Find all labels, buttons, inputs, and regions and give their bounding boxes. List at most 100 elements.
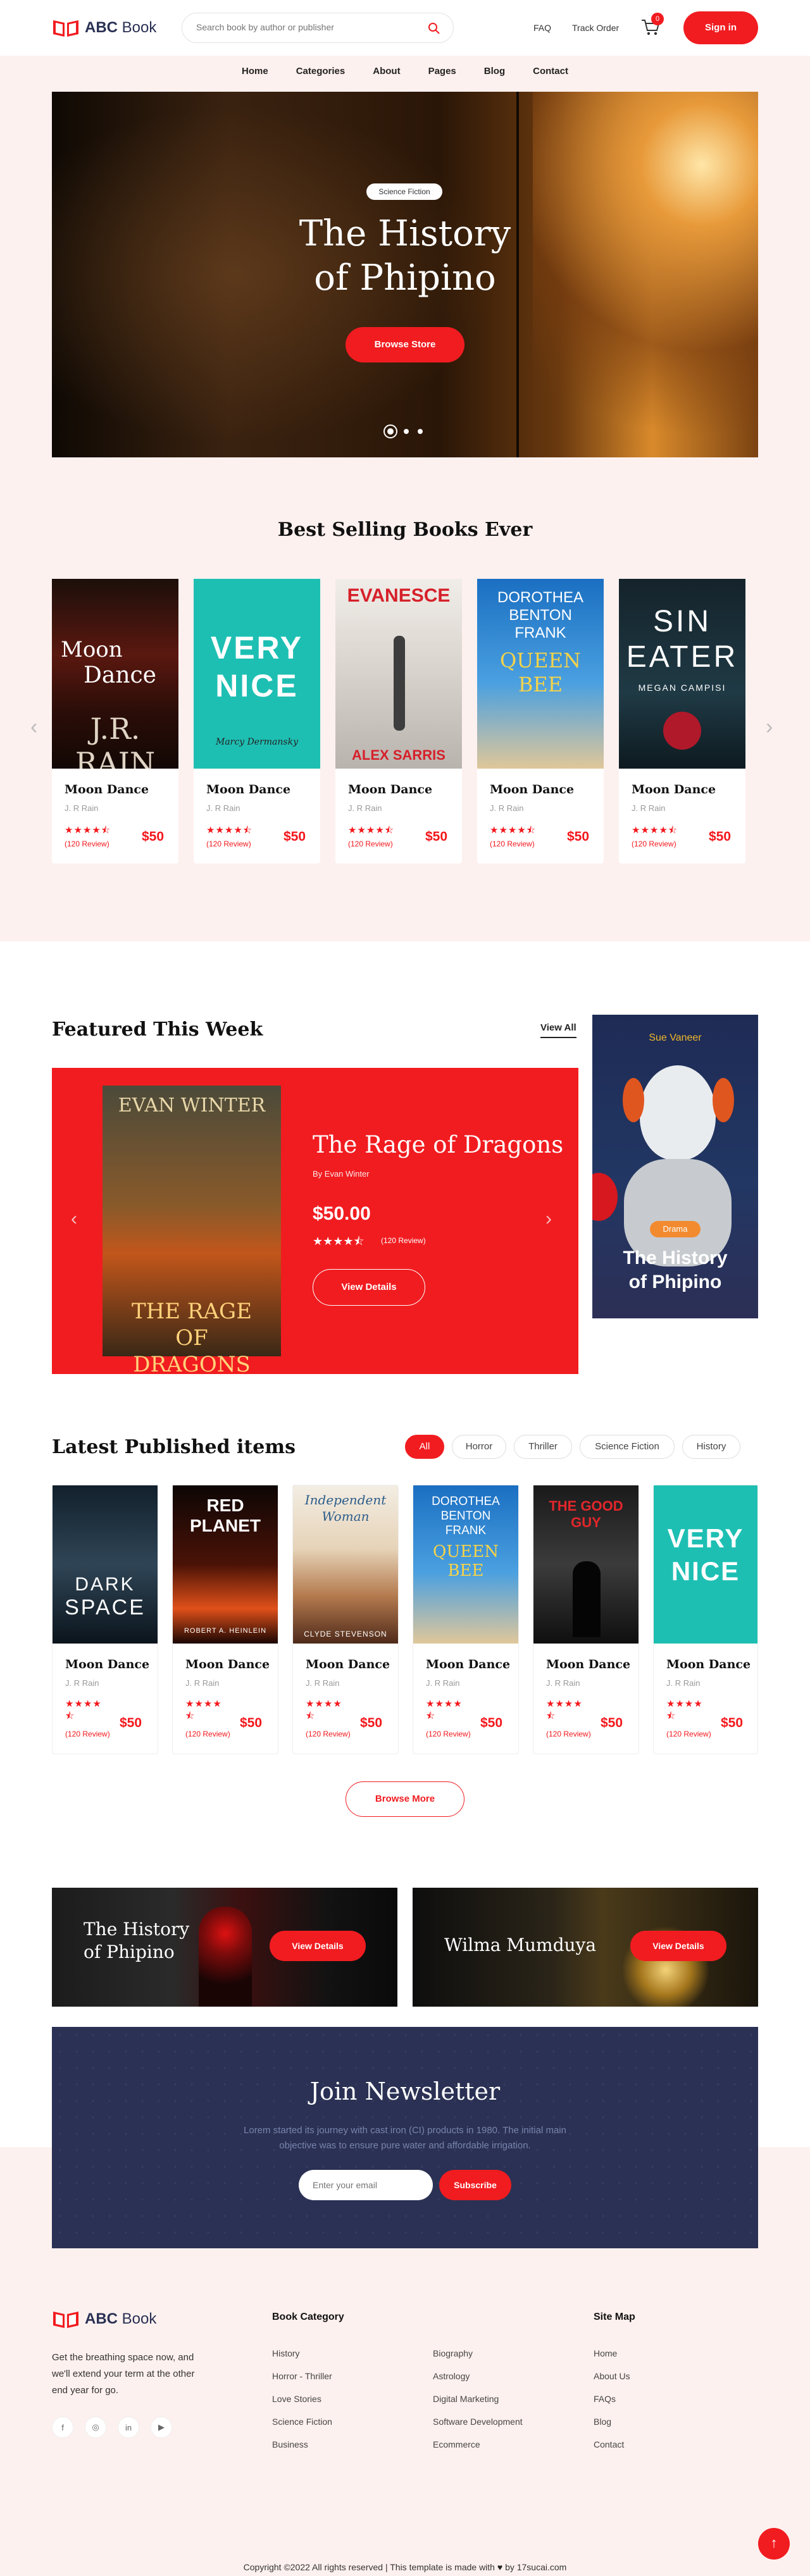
book-title[interactable]: Moon Dance bbox=[666, 1657, 751, 1671]
footer-link[interactable]: Software Development bbox=[433, 2417, 523, 2427]
best-card[interactable]: VERY NICE Marcy Dermansky Moon Dance J. … bbox=[194, 579, 320, 864]
footer-link[interactable]: Home bbox=[594, 2348, 630, 2358]
promo-right-view-details-button[interactable]: View Details bbox=[630, 1931, 726, 1961]
book-title[interactable]: Moon Dance bbox=[490, 783, 574, 796]
latest-card[interactable]: DARK SPACE Moon Dance J. R Rain ★★★★ ⯪ (1… bbox=[52, 1485, 158, 1754]
book-cover: DOROTHEA BENTON FRANK QUEEN BEE bbox=[413, 1485, 518, 1644]
featured-side-card[interactable]: Sue Vaneer Drama The History of Phipino bbox=[592, 1015, 758, 1318]
nav-contact[interactable]: Contact bbox=[533, 66, 568, 77]
side-title-line1: The History bbox=[623, 1248, 728, 1268]
hero-title-line2: of Phipino bbox=[314, 257, 496, 299]
best-card[interactable]: SIN EATER MEGAN CAMPISI Moon Dance J. R … bbox=[619, 579, 745, 864]
latest-card[interactable]: VERY NICE Moon Dance J. R Rain ★★★★ ⯪ (12… bbox=[653, 1485, 758, 1754]
balloon bbox=[592, 1173, 618, 1221]
cart-button[interactable]: 0 bbox=[640, 13, 664, 39]
copyright: Copyright ©2022 All rights reserved | Th… bbox=[0, 2562, 810, 2572]
sign-in-button[interactable]: Sign in bbox=[683, 11, 758, 44]
best-card[interactable]: EVANESCE ALEX SARRIS Moon Dance J. R Rai… bbox=[335, 579, 462, 864]
promo-banner-left[interactable]: The History of Phipino View Details bbox=[52, 1888, 397, 2007]
footer-link[interactable]: Contact bbox=[594, 2439, 630, 2449]
filter-thriller[interactable]: Thriller bbox=[514, 1435, 572, 1459]
featured-prev-icon[interactable]: ‹ bbox=[71, 1208, 77, 1230]
footer-link[interactable]: FAQs bbox=[594, 2394, 630, 2404]
next-arrow-icon[interactable]: › bbox=[766, 715, 773, 740]
instagram-icon[interactable]: ◎ bbox=[85, 2417, 106, 2438]
footer-link[interactable]: Biography bbox=[433, 2348, 523, 2358]
filter-horror[interactable]: Horror bbox=[452, 1435, 506, 1459]
featured-view-details-button[interactable]: View Details bbox=[313, 1269, 425, 1306]
latest-card[interactable]: DOROTHEA BENTON FRANK QUEEN BEE Moon Dan… bbox=[413, 1485, 519, 1754]
footer-link[interactable]: Science Fiction bbox=[272, 2417, 332, 2427]
book-title[interactable]: Moon Dance bbox=[65, 783, 149, 796]
filter-science-fiction[interactable]: Science Fiction bbox=[580, 1435, 675, 1459]
prev-arrow-icon[interactable]: ‹ bbox=[30, 715, 37, 740]
nav-blog[interactable]: Blog bbox=[484, 66, 505, 77]
newsletter-email-input[interactable] bbox=[299, 2170, 433, 2200]
cover-text: THE GOOD GUY bbox=[549, 1498, 623, 1530]
subscribe-button[interactable]: Subscribe bbox=[439, 2170, 511, 2200]
faq-link[interactable]: FAQ bbox=[533, 23, 551, 33]
review-count: (120 Review) bbox=[632, 839, 676, 848]
footer-link[interactable]: History bbox=[272, 2348, 332, 2358]
book-title[interactable]: Moon Dance bbox=[306, 1657, 390, 1671]
book-title[interactable]: Moon Dance bbox=[632, 783, 716, 796]
footer-tagline-line3: end year for go. bbox=[52, 2385, 119, 2396]
facebook-icon[interactable]: f bbox=[52, 2417, 73, 2438]
footer-logo[interactable]: ABC Book bbox=[52, 2309, 156, 2329]
slider-dot[interactable] bbox=[404, 429, 409, 434]
cover-text: EVANESCE bbox=[347, 585, 451, 606]
nav-categories[interactable]: Categories bbox=[296, 66, 346, 77]
rating-stars: ★★★★⯪ bbox=[185, 1699, 222, 1721]
best-card[interactable]: DOROTHEA BENTON FRANK QUEEN BEE Moon Dan… bbox=[477, 579, 604, 864]
book-author: J. R Rain bbox=[426, 1678, 460, 1688]
footer-link[interactable]: Love Stories bbox=[272, 2394, 332, 2404]
book-title[interactable]: Moon Dance bbox=[546, 1657, 630, 1671]
promo-banner-right[interactable]: Wilma Mumduya View Details bbox=[413, 1888, 758, 2007]
footer-link[interactable]: Blog bbox=[594, 2417, 630, 2427]
featured-next-icon[interactable]: › bbox=[545, 1208, 552, 1230]
youtube-icon[interactable]: ▶ bbox=[151, 2417, 172, 2438]
book-title[interactable]: Moon Dance bbox=[65, 1657, 149, 1671]
book-title[interactable]: Moon Dance bbox=[426, 1657, 510, 1671]
back-to-top-button[interactable]: ↑ bbox=[758, 2528, 790, 2560]
cover-text: RED PLANET bbox=[190, 1495, 261, 1535]
browse-store-button[interactable]: Browse Store bbox=[346, 327, 464, 362]
view-all-link[interactable]: View All bbox=[540, 1022, 576, 1038]
footer-link[interactable]: Ecommerce bbox=[433, 2439, 523, 2449]
book-title[interactable]: Moon Dance bbox=[348, 783, 432, 796]
footer-link[interactable]: Astrology bbox=[433, 2371, 523, 2381]
search-input[interactable] bbox=[196, 22, 411, 32]
header: ABC Book FAQ Track Order 0 Sign in bbox=[0, 0, 810, 56]
featured-title[interactable]: The Rage of Dragons bbox=[313, 1131, 563, 1158]
book-title[interactable]: Moon Dance bbox=[185, 1657, 270, 1671]
review-count: (120 Review) bbox=[666, 1730, 711, 1738]
cover-text: Independent Woman bbox=[304, 1492, 387, 1524]
best-card[interactable]: Moon Dance J.R. RAIN Moon Dance J. R Rai… bbox=[52, 579, 178, 864]
linkedin-icon[interactable]: in bbox=[118, 2417, 139, 2438]
logo[interactable]: ABC Book bbox=[52, 18, 156, 38]
footer-link[interactable]: Business bbox=[272, 2439, 332, 2449]
footer-link[interactable]: About Us bbox=[594, 2371, 630, 2381]
footer-link[interactable]: Horror - Thriller bbox=[272, 2371, 332, 2381]
browse-more-button[interactable]: Browse More bbox=[346, 1781, 464, 1817]
search-box[interactable] bbox=[182, 13, 454, 43]
track-order-link[interactable]: Track Order bbox=[572, 23, 619, 33]
slider-dot-active[interactable] bbox=[383, 424, 397, 438]
copyright-link[interactable]: by 17sucai.com bbox=[505, 2562, 566, 2572]
promo-left-view-details-button[interactable]: View Details bbox=[270, 1931, 366, 1961]
footer-link[interactable]: Digital Marketing bbox=[433, 2394, 523, 2404]
review-count: (120 Review) bbox=[490, 839, 535, 848]
slider-dot[interactable] bbox=[418, 429, 423, 434]
filter-history[interactable]: History bbox=[682, 1435, 740, 1459]
latest-card[interactable]: RED PLANET ROBERT A. HEINLEIN Moon Dance… bbox=[172, 1485, 278, 1754]
filter-all[interactable]: All bbox=[405, 1435, 444, 1459]
featured-slider: ‹ › EVAN WINTER THE RAGE OF DRAGONS The … bbox=[52, 1068, 578, 1377]
latest-card[interactable]: Independent Woman CLYDE STEVENSON Moon D… bbox=[292, 1485, 399, 1754]
book-title[interactable]: Moon Dance bbox=[206, 783, 290, 796]
nav-home[interactable]: Home bbox=[242, 66, 268, 77]
latest-card[interactable]: THE GOOD GUY Moon Dance J. R Rain ★★★★ ⯪ … bbox=[533, 1485, 639, 1754]
search-icon[interactable] bbox=[428, 22, 440, 35]
nav-pages[interactable]: Pages bbox=[428, 66, 456, 77]
book-author: J. R Rain bbox=[666, 1678, 701, 1688]
nav-about[interactable]: About bbox=[373, 66, 400, 77]
